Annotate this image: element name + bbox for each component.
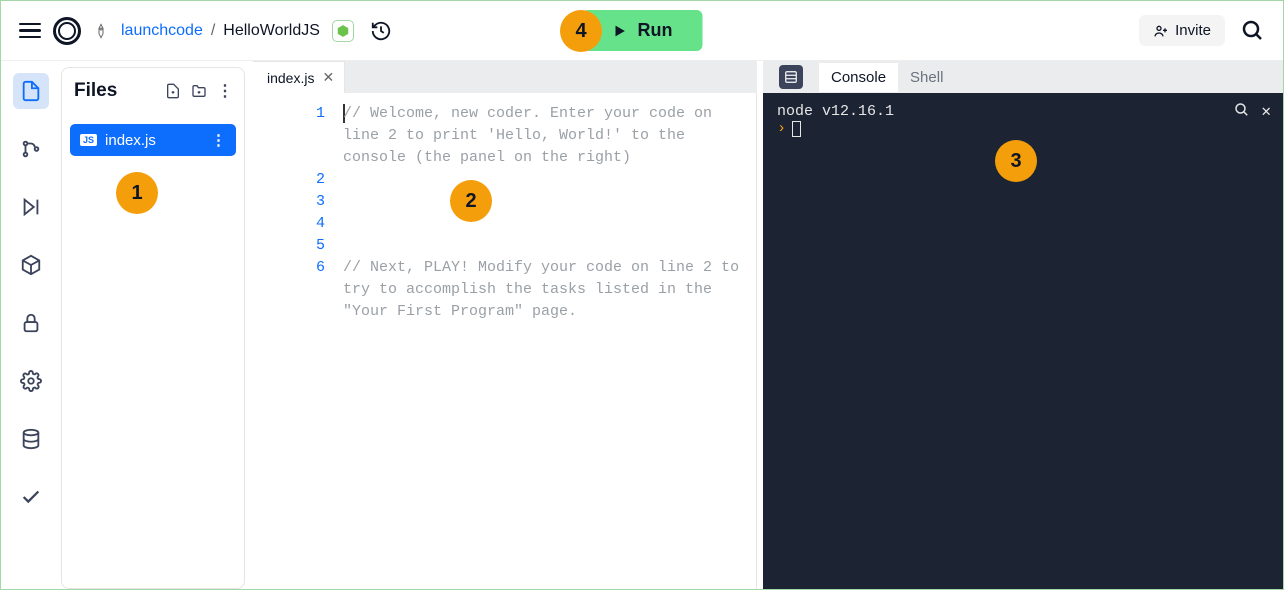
header-right: Invite bbox=[1139, 15, 1265, 46]
replit-logo-icon[interactable] bbox=[53, 17, 81, 45]
line-number: 3 bbox=[253, 191, 325, 213]
code-line bbox=[343, 213, 744, 235]
rail-files-icon[interactable] bbox=[13, 73, 49, 109]
files-panel-title: Files bbox=[74, 80, 117, 102]
line-number: 1 bbox=[253, 103, 325, 169]
workspace-link[interactable]: launchcode bbox=[121, 22, 203, 40]
code-line: // Welcome, new coder. Enter your code o… bbox=[343, 103, 744, 169]
console-output-line: node v12.16.1 bbox=[777, 103, 1269, 120]
code-line: // Next, PLAY! Modify your code on line … bbox=[343, 257, 744, 323]
editor-panel: index.js ✕ 1 2 3 4 5 6 // Welcome, new c… bbox=[253, 61, 757, 589]
line-number: 2 bbox=[253, 169, 325, 191]
line-number: 4 bbox=[253, 213, 325, 235]
main-content: Files ⋮ JS index.js ⋮ index.js ✕ 1 2 3 bbox=[1, 61, 1283, 589]
hamburger-menu-icon[interactable] bbox=[19, 23, 41, 39]
right-panel: Console Shell node v12.16.1 › ✕ bbox=[763, 61, 1283, 589]
invite-button[interactable]: Invite bbox=[1139, 15, 1225, 46]
rail-debugger-icon[interactable] bbox=[13, 189, 49, 225]
rail-settings-icon[interactable] bbox=[13, 363, 49, 399]
rail-checkmark-icon[interactable] bbox=[13, 479, 49, 515]
files-panel-header: Files ⋮ bbox=[70, 78, 236, 104]
annotation-marker-2: 2 bbox=[450, 180, 492, 222]
tab-console[interactable]: Console bbox=[819, 63, 898, 92]
layout-toggle-icon[interactable] bbox=[779, 65, 803, 89]
editor-body[interactable]: 1 2 3 4 5 6 // Welcome, new coder. Enter… bbox=[253, 93, 757, 589]
run-button-label: Run bbox=[638, 20, 673, 41]
history-icon[interactable] bbox=[370, 20, 392, 42]
nodejs-badge-icon[interactable] bbox=[332, 20, 354, 42]
project-name[interactable]: HelloWorldJS bbox=[223, 22, 320, 40]
gutter: 1 2 3 4 5 6 bbox=[253, 93, 343, 589]
console-prompt-line: › bbox=[777, 120, 1269, 137]
user-plus-icon bbox=[1153, 23, 1169, 39]
new-folder-icon[interactable] bbox=[191, 83, 207, 99]
sidebar-rail bbox=[1, 61, 59, 589]
breadcrumb: launchcode / HelloWorldJS bbox=[121, 22, 320, 40]
editor-tabs: index.js ✕ bbox=[253, 61, 757, 93]
breadcrumb-separator: / bbox=[211, 22, 215, 40]
console-actions: ✕ bbox=[1233, 101, 1271, 121]
editor-tab-indexjs[interactable]: index.js ✕ bbox=[253, 61, 345, 93]
tab-close-icon[interactable]: ✕ bbox=[322, 69, 334, 86]
console-search-icon[interactable] bbox=[1233, 101, 1251, 119]
code-line bbox=[343, 191, 744, 213]
tab-shell[interactable]: Shell bbox=[898, 63, 955, 92]
code-line bbox=[343, 235, 744, 257]
console-cursor bbox=[792, 121, 801, 137]
line-number: 6 bbox=[253, 257, 325, 323]
prompt-icon: › bbox=[777, 120, 786, 137]
code-area[interactable]: // Welcome, new coder. Enter your code o… bbox=[343, 93, 756, 589]
console-clear-icon[interactable]: ✕ bbox=[1261, 101, 1271, 121]
files-more-icon[interactable]: ⋮ bbox=[217, 81, 232, 101]
right-panel-header: Console Shell bbox=[763, 61, 1283, 93]
files-panel: Files ⋮ JS index.js ⋮ bbox=[61, 67, 245, 589]
annotation-marker-4: 4 bbox=[560, 10, 602, 52]
annotation-marker-3: 3 bbox=[995, 140, 1037, 182]
rocket-icon bbox=[93, 19, 109, 43]
editor-tab-name: index.js bbox=[267, 70, 314, 86]
rail-database-icon[interactable] bbox=[13, 421, 49, 457]
rail-secrets-icon[interactable] bbox=[13, 305, 49, 341]
annotation-marker-1: 1 bbox=[116, 172, 158, 214]
invite-label: Invite bbox=[1175, 22, 1211, 39]
new-file-icon[interactable] bbox=[165, 83, 181, 99]
global-search-icon[interactable] bbox=[1241, 19, 1265, 43]
console-tabs: Console Shell bbox=[819, 63, 955, 92]
file-item-indexjs[interactable]: JS index.js ⋮ bbox=[70, 124, 236, 156]
code-line bbox=[343, 169, 744, 191]
rail-packages-icon[interactable] bbox=[13, 247, 49, 283]
file-item-menu-icon[interactable]: ⋮ bbox=[211, 131, 226, 149]
file-item-name: index.js bbox=[105, 132, 203, 149]
rail-version-control-icon[interactable] bbox=[13, 131, 49, 167]
files-panel-actions: ⋮ bbox=[165, 81, 232, 101]
line-number: 5 bbox=[253, 235, 325, 257]
header: launchcode / HelloWorldJS Run Invite bbox=[1, 1, 1283, 61]
js-file-icon: JS bbox=[80, 134, 97, 146]
